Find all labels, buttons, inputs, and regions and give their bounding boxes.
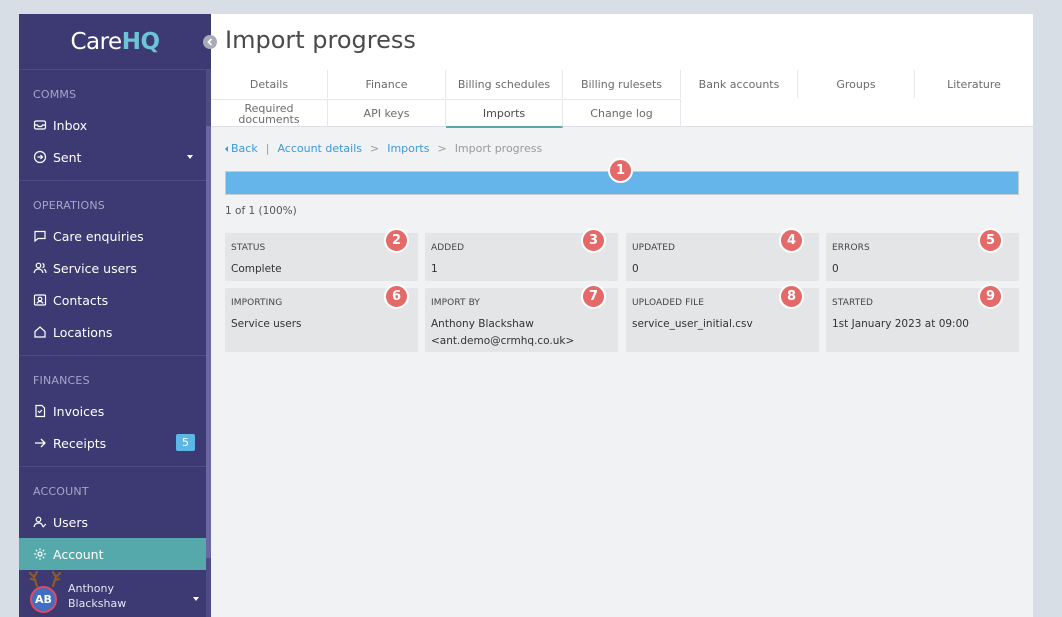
sidebar-item-locations[interactable]: Locations [19, 316, 211, 348]
tab-change-log[interactable]: Change log [563, 99, 681, 127]
sidebar-item-label: Contacts [53, 292, 109, 308]
sent-icon [33, 150, 47, 164]
logo[interactable]: Care HQ [19, 14, 211, 70]
sidebar-item-account[interactable]: Account [19, 538, 211, 570]
home-icon [33, 325, 47, 339]
sidebar-item-label: Users [53, 514, 89, 530]
progress-text: 1 of 1 (100%) [225, 205, 297, 217]
sidebar-item-label: Service users [53, 260, 137, 276]
breadcrumb-separator: | [265, 142, 270, 155]
chevron-left-icon [207, 38, 213, 46]
sidebar-item-contacts[interactable]: Contacts [19, 284, 211, 316]
annotation-marker: 8 [779, 284, 804, 309]
user-first-name: Anthony [68, 582, 114, 595]
card-value: Anthony Blackshaw [431, 318, 534, 330]
page-header: Import progress Details Finance Billing … [211, 14, 1033, 128]
annotation-marker: 6 [384, 284, 409, 309]
sidebar-item-label: Invoices [53, 403, 105, 419]
invoice-icon [33, 404, 47, 418]
sidebar-item-label: Sent [53, 149, 82, 165]
card-value: 0 [632, 263, 639, 275]
tab-literature[interactable]: Literature [915, 70, 1033, 98]
annotation-marker: 1 [608, 158, 633, 183]
inbox-icon [33, 118, 47, 132]
logo-hq-text: HQ [121, 28, 160, 55]
back-link[interactable]: Back [231, 142, 258, 155]
sidebar-item-label: Account [53, 546, 104, 562]
main-panel: Import progress Details Finance Billing … [211, 14, 1033, 617]
sidebar-item-inbox[interactable]: Inbox [19, 109, 211, 141]
breadcrumb-current: Import progress [454, 142, 543, 155]
chevron-down-icon[interactable] [187, 155, 193, 159]
chevron-down-icon[interactable] [193, 597, 199, 601]
contact-card-icon [33, 293, 47, 307]
tab-billing-rulesets[interactable]: Billing rulesets [563, 70, 681, 98]
card-value: Service users [231, 318, 302, 330]
annotation-marker: 5 [978, 228, 1003, 253]
sidebar-item-service-users[interactable]: Service users [19, 252, 211, 284]
annotation-marker: 9 [978, 284, 1003, 309]
tab-label-line1: Required [244, 101, 294, 115]
user-check-icon [33, 515, 47, 529]
logo-care-text: Care [70, 28, 122, 55]
breadcrumb-account-details[interactable]: Account details [277, 142, 362, 155]
back-arrow-icon [225, 145, 228, 152]
users-icon [33, 261, 47, 275]
tab-required-documents[interactable]: Required documents [211, 99, 328, 127]
page-title: Import progress [225, 26, 416, 54]
sidebar-item-label: Inbox [53, 117, 88, 133]
user-menu[interactable]: AB Anthony Blackshaw [19, 567, 211, 617]
arrow-right-icon [33, 436, 47, 450]
chat-icon [33, 229, 47, 243]
annotation-marker: 2 [384, 228, 409, 253]
section-title-finances: FINANCES [33, 374, 90, 387]
card-value: 1 [431, 263, 438, 275]
tab-bank-accounts[interactable]: Bank accounts [681, 70, 798, 98]
collapse-sidebar-button[interactable] [203, 35, 217, 49]
breadcrumb-arrow: > [370, 142, 380, 155]
section-title-comms: COMMS [33, 88, 77, 101]
card-value-email: <ant.demo@crmhq.co.uk> [431, 335, 575, 347]
breadcrumb: Back | Account details > Imports > Impor… [225, 142, 542, 155]
annotation-marker: 7 [581, 284, 606, 309]
annotation-marker: 3 [581, 228, 606, 253]
tab-billing-schedules[interactable]: Billing schedules [446, 70, 563, 98]
sidebar-item-users[interactable]: Users [19, 506, 211, 538]
avatar[interactable]: AB [30, 586, 57, 613]
card-value: Complete [231, 263, 282, 275]
tab-imports[interactable]: Imports [446, 99, 563, 128]
sidebar-item-sent[interactable]: Sent [19, 141, 211, 173]
user-name: Anthony Blackshaw [68, 581, 126, 611]
sidebar-item-label: Locations [53, 324, 113, 340]
sidebar-item-receipts[interactable]: Receipts 5 [19, 427, 211, 459]
gear-icon [33, 547, 47, 561]
receipts-count-badge: 5 [176, 434, 195, 451]
sidebar-item-label: Care enquiries [53, 228, 144, 244]
card-value: 1st January 2023 at 09:00 [832, 318, 969, 330]
user-last-name: Blackshaw [68, 597, 127, 610]
sidebar: Care HQ COMMS Inbox Sent OPERATIONS Care … [19, 14, 211, 617]
sidebar-item-label: Receipts [53, 435, 107, 451]
tab-finance[interactable]: Finance [328, 70, 446, 98]
annotation-marker: 4 [779, 228, 804, 253]
tab-details[interactable]: Details [211, 70, 328, 98]
tab-label-line2: documents [238, 112, 300, 126]
section-title-account: ACCOUNT [33, 485, 89, 498]
tab-api-keys[interactable]: API keys [328, 99, 446, 127]
antlers-icon [28, 570, 62, 587]
sidebar-item-care-enquiries[interactable]: Care enquiries [19, 220, 211, 252]
sidebar-item-invoices[interactable]: Invoices [19, 395, 211, 427]
section-title-operations: OPERATIONS [33, 199, 105, 212]
card-value: service_user_initial.csv [632, 318, 753, 330]
card-value: 0 [832, 263, 839, 275]
tab-groups[interactable]: Groups [798, 70, 915, 98]
breadcrumb-imports[interactable]: Imports [387, 142, 429, 155]
breadcrumb-arrow: > [437, 142, 447, 155]
